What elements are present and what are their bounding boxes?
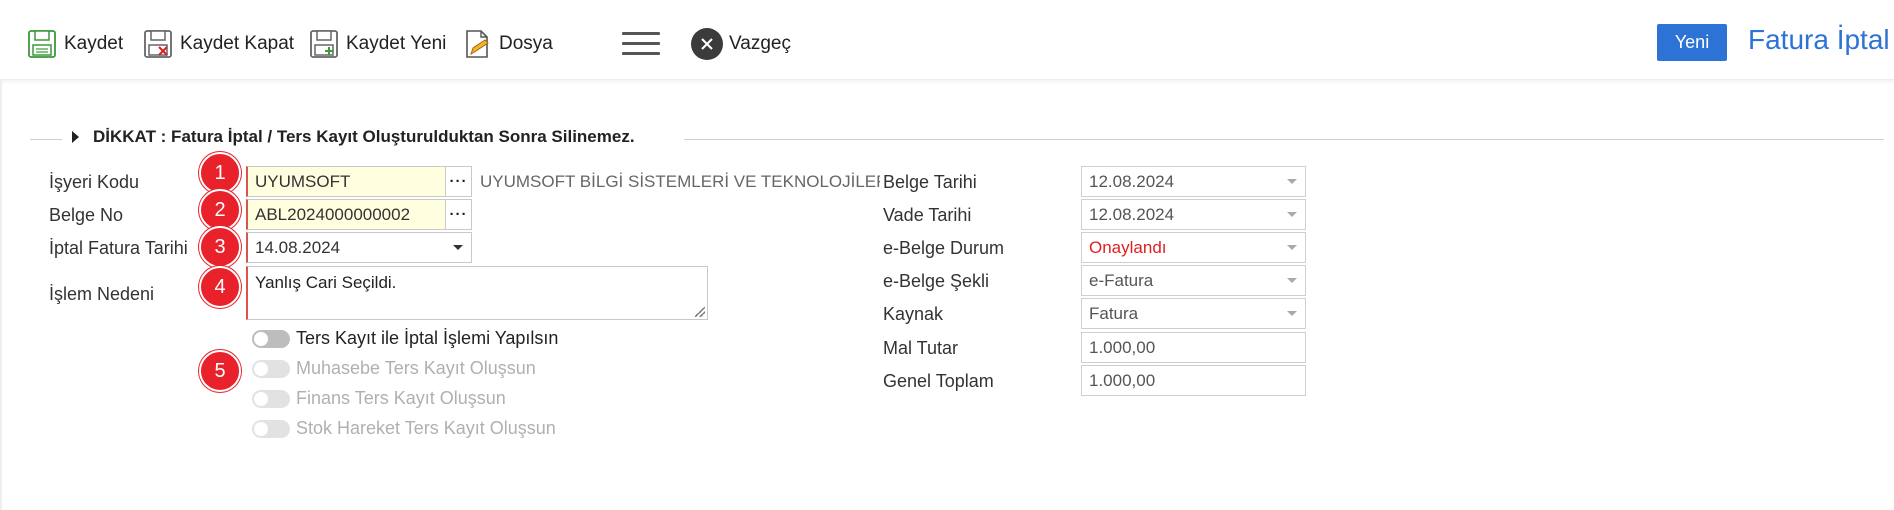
source-field: Fatura bbox=[1081, 298, 1306, 329]
page-title: Fatura İptal bbox=[1748, 24, 1890, 55]
step-marker-4: 4 bbox=[199, 266, 241, 308]
document-number-label: Belge No bbox=[49, 205, 124, 225]
step-marker-5: 5 bbox=[199, 350, 241, 392]
caret-right-icon bbox=[72, 131, 79, 143]
toggle-label: Stok Hareket Ters Kayıt Oluşsun bbox=[296, 418, 556, 438]
source-value: Fatura bbox=[1089, 304, 1139, 323]
chevron-down-icon bbox=[1287, 245, 1297, 250]
toggle-finance-reverse[interactable]: Finans Ters Kayıt Oluşsun bbox=[252, 388, 506, 409]
save-close-button[interactable]: Kaydet Kapat bbox=[142, 26, 294, 62]
toggle-switch-icon[interactable] bbox=[252, 389, 290, 408]
operation-reason-textarea[interactable]: Yanlış Cari Seçildi. bbox=[246, 266, 708, 320]
cancel-invoice-date-label: İptal Fatura Tarihi bbox=[49, 238, 188, 258]
ebelge-type-label: e-Belge Şekli bbox=[883, 271, 990, 291]
goods-total-field: 1.000,00 bbox=[1081, 332, 1306, 363]
document-date-value: 12.08.2024 bbox=[1089, 172, 1175, 191]
document-date-field: 12.08.2024 bbox=[1081, 166, 1306, 197]
file-label: Dosya bbox=[499, 33, 553, 54]
panel-edge bbox=[0, 80, 2, 510]
close-circle-icon bbox=[691, 28, 723, 60]
document-pencil-icon bbox=[466, 30, 489, 58]
grand-total-label: Genel Toplam bbox=[883, 371, 994, 391]
ebelge-status-value: Onaylandı bbox=[1089, 238, 1167, 257]
toolbar: Kaydet Kaydet Kapat Kaydet Yeni Dosya Va… bbox=[0, 0, 1894, 80]
workplace-lookup-button[interactable]: ··· bbox=[445, 166, 472, 197]
toggle-switch-icon[interactable] bbox=[252, 419, 290, 438]
workplace-code-label: İşyeri Kodu bbox=[49, 172, 140, 192]
toggle-accounting-reverse[interactable]: Muhasebe Ters Kayıt Oluşsun bbox=[252, 358, 536, 379]
save-label: Kaydet bbox=[64, 33, 124, 54]
ebelge-status-label: e-Belge Durum bbox=[883, 238, 1005, 258]
due-date-label: Vade Tarihi bbox=[883, 205, 972, 225]
grand-total-field: 1.000,00 bbox=[1081, 365, 1306, 396]
save-new-button[interactable]: Kaydet Yeni bbox=[308, 26, 446, 62]
cancel-label: Vazgeç bbox=[729, 33, 791, 54]
chevron-down-icon bbox=[1287, 311, 1297, 316]
fieldset-divider bbox=[30, 139, 62, 140]
ebelge-type-value: e-Fatura bbox=[1089, 271, 1154, 290]
save-close-label: Kaydet Kapat bbox=[180, 33, 295, 54]
due-date-value: 12.08.2024 bbox=[1089, 205, 1175, 224]
source-label: Kaynak bbox=[883, 304, 944, 324]
ellipsis-icon: ··· bbox=[449, 206, 468, 223]
workplace-code-input[interactable]: UYUMSOFT bbox=[246, 166, 446, 197]
document-date-label: Belge Tarihi bbox=[883, 172, 977, 192]
step-marker-1: 1 bbox=[199, 152, 241, 194]
document-lookup-button[interactable]: ··· bbox=[445, 199, 472, 230]
save-new-label: Kaydet Yeni bbox=[346, 33, 447, 54]
save-button[interactable]: Kaydet bbox=[26, 26, 123, 62]
document-number-input[interactable]: ABL2024000000002 bbox=[246, 199, 446, 230]
toggle-switch-icon[interactable] bbox=[252, 329, 290, 348]
toggle-reverse-cancel[interactable]: Ters Kayıt ile İptal İşlemi Yapılsın bbox=[252, 328, 558, 349]
toggle-stock-reverse[interactable]: Stok Hareket Ters Kayıt Oluşsun bbox=[252, 418, 556, 439]
ellipsis-icon: ··· bbox=[449, 173, 468, 190]
toggle-label: Finans Ters Kayıt Oluşsun bbox=[296, 388, 506, 408]
step-marker-2: 2 bbox=[199, 189, 241, 231]
operation-reason-label: İşlem Nedeni bbox=[49, 284, 155, 304]
goods-total-label: Mal Tutar bbox=[883, 338, 959, 358]
chevron-down-icon bbox=[1287, 179, 1297, 184]
chevron-down-icon bbox=[1287, 278, 1297, 283]
floppy-disk-close-icon bbox=[144, 30, 172, 58]
notice-legend[interactable]: DİKKAT : Fatura İptal / Ters Kayıt Oluşt… bbox=[72, 127, 635, 147]
new-button[interactable]: Yeni bbox=[1657, 24, 1727, 61]
resize-handle-icon[interactable] bbox=[695, 307, 705, 317]
cancel-invoice-date-input[interactable]: 14.08.2024 bbox=[246, 232, 472, 263]
toggle-label: Muhasebe Ters Kayıt Oluşsun bbox=[296, 358, 536, 378]
floppy-disk-plus-icon bbox=[310, 30, 338, 58]
chevron-down-icon bbox=[1287, 212, 1297, 217]
chevron-down-icon[interactable] bbox=[453, 245, 463, 250]
floppy-disk-icon bbox=[28, 30, 56, 58]
cancel-invoice-date-value: 14.08.2024 bbox=[255, 238, 341, 257]
workplace-description: UYUMSOFT BİLGİ SİSTEMLERİ VE TEKNOLOJİLE… bbox=[480, 172, 880, 191]
ebelge-type-field: e-Fatura bbox=[1081, 265, 1306, 296]
cancel-button[interactable]: Vazgeç bbox=[691, 26, 791, 62]
toggle-switch-icon[interactable] bbox=[252, 359, 290, 378]
file-button[interactable]: Dosya bbox=[461, 26, 553, 62]
operation-reason-value: Yanlış Cari Seçildi. bbox=[255, 273, 397, 292]
ebelge-status-field: Onaylandı bbox=[1081, 232, 1306, 263]
step-marker-3: 3 bbox=[199, 226, 241, 268]
due-date-field: 12.08.2024 bbox=[1081, 199, 1306, 230]
toggle-label: Ters Kayıt ile İptal İşlemi Yapılsın bbox=[296, 328, 559, 348]
fieldset-divider bbox=[684, 139, 1884, 140]
notice-text: DİKKAT : Fatura İptal / Ters Kayıt Oluşt… bbox=[93, 127, 635, 146]
hamburger-menu-icon[interactable] bbox=[622, 32, 660, 56]
